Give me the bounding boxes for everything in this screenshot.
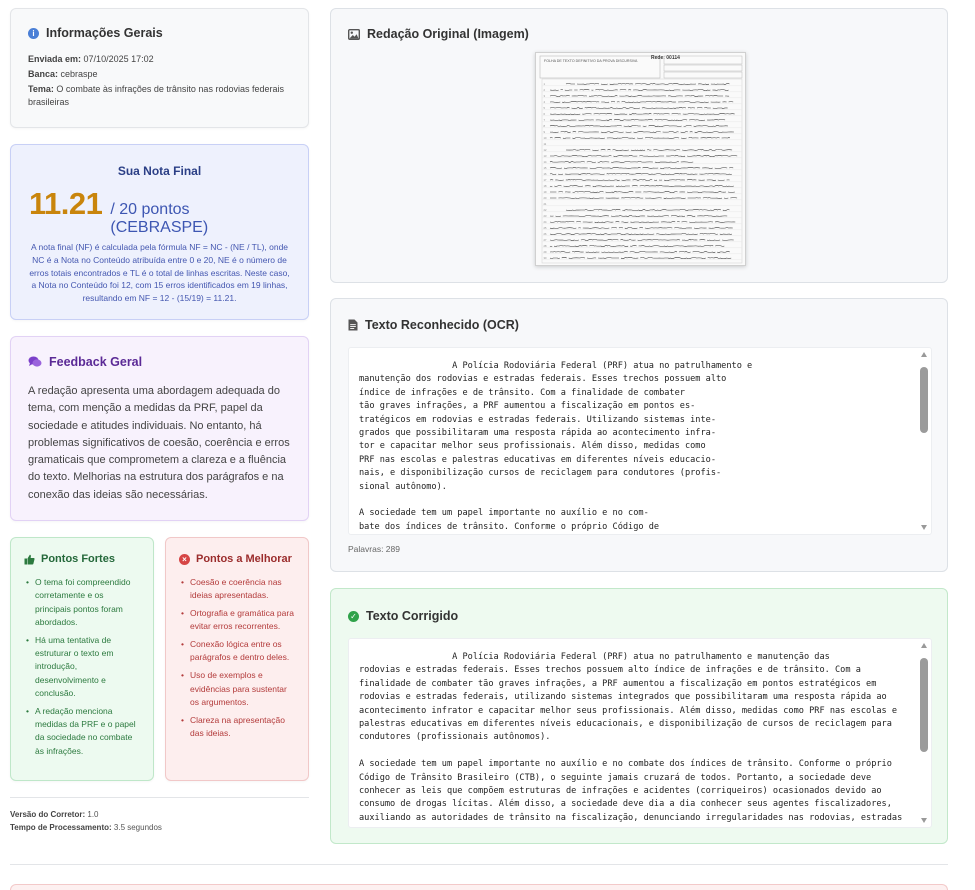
version-line: Versão do Corretor: 1.0 [10, 810, 99, 819]
version-value: 1.0 [87, 810, 99, 819]
strength-item: O tema foi compreendido corretamente e o… [24, 576, 140, 629]
topic-label: Tema: [28, 84, 54, 94]
check-circle-icon: ✓ [348, 610, 359, 622]
ocr-title-row: Texto Reconhecido (OCR) [348, 318, 519, 332]
original-title: Redação Original (Imagem) [367, 27, 529, 41]
ocr-text-area[interactable]: A Polícia Rodoviária Federal (PRF) atua … [348, 347, 932, 535]
thumbs-up-icon [24, 554, 35, 564]
original-image-panel: Redação Original (Imagem) FOLHA DE TEXTO… [330, 8, 948, 283]
strengths-card: Pontos Fortes O tema foi compreendido co… [10, 537, 154, 781]
info-title: Informações Gerais [46, 26, 163, 40]
strengths-title: Pontos Fortes [41, 553, 115, 565]
improvements-title: Pontos a Melhorar [196, 553, 292, 565]
version-label: Versão do Corretor: [10, 810, 86, 819]
improvement-item: Coesão e coerência nas ideias apresentad… [179, 576, 295, 603]
strengths-list: O tema foi compreendido corretamente e o… [24, 576, 140, 758]
corrected-scrollbar[interactable] [919, 643, 929, 823]
time-label: Tempo de Processamento: [10, 823, 112, 832]
scroll-up-arrow-icon[interactable] [921, 352, 927, 357]
left-divider [10, 797, 309, 798]
improvement-item: Conexão lógica entre os parágrafos e den… [179, 638, 295, 665]
essay-scan-drawing: FOLHA DE TEXTO DEFINITIVO DA PROVA DISCU… [536, 53, 745, 265]
topic-value: O combate às infrações de trânsito nas r… [28, 84, 284, 107]
improvements-title-row: × Pontos a Melhorar [179, 553, 295, 565]
grade-suffix: / 20 pontos (CEBRASPE) [110, 201, 209, 236]
corrected-text: A Polícia Rodoviária Federal (PRF) atua … [359, 652, 903, 823]
improvement-item: Clareza na apresentação das ideias. [179, 714, 295, 741]
document-icon [348, 319, 358, 331]
ocr-scrollbar[interactable] [919, 352, 929, 530]
improvement-item: Uso de exemplos e evidências para susten… [179, 669, 295, 709]
sheet-header: FOLHA DE TEXTO DEFINITIVO DA PROVA DISCU… [544, 59, 638, 63]
feedback-title: Feedback Geral [49, 355, 143, 369]
ocr-text: A Polícia Rodoviária Federal (PRF) atua … [359, 361, 753, 532]
topic-line: Tema: O combate às infrações de trânsito… [28, 83, 291, 109]
essay-scan-image[interactable]: FOLHA DE TEXTO DEFINITIVO DA PROVA DISCU… [535, 52, 746, 266]
original-title-row: Redação Original (Imagem) [348, 27, 529, 41]
corrected-title-row: ✓ Texto Corrigido [348, 609, 458, 623]
bottom-divider [10, 864, 948, 865]
corrected-title: Texto Corrigido [366, 609, 459, 623]
feedback-title-row: Feedback Geral [28, 355, 291, 369]
corrected-text-area[interactable]: A Polícia Rodoviária Federal (PRF) atua … [348, 638, 932, 828]
grade-title: Sua Nota Final [117, 164, 202, 178]
grade-value: 11.21 [29, 186, 103, 221]
info-icon: i [28, 27, 39, 39]
next-section-edge [10, 884, 948, 890]
improvements-card: × Pontos a Melhorar Coesão e coerência n… [165, 537, 309, 781]
sent-date-line: Enviada em: 07/10/2025 17:02 [28, 53, 291, 66]
ocr-title: Texto Reconhecido (OCR) [365, 318, 519, 332]
sent-date-value: 07/10/2025 17:02 [83, 54, 154, 64]
time-line: Tempo de Processamento: 3.5 segundos [10, 823, 162, 832]
sent-date-label: Enviada em: [28, 54, 82, 64]
time-value: 3.5 segundos [113, 823, 162, 832]
scroll-down-arrow-icon[interactable] [921, 818, 927, 823]
scroll-up-arrow-icon[interactable] [921, 643, 927, 648]
feedback-card: Feedback Geral A redação apresenta uma a… [10, 336, 309, 521]
ocr-scroll-thumb[interactable] [920, 367, 928, 433]
grade-card: Sua Nota Final 11.21 / 20 pontos (CEBRAS… [10, 144, 309, 320]
feedback-text: A redação apresenta uma abordagem adequa… [28, 385, 290, 501]
chat-icon [28, 356, 42, 367]
board-value: cebraspe [60, 69, 98, 79]
info-title-row: i Informações Gerais [28, 26, 291, 40]
strength-item: Há uma tentativa de estruturar o texto e… [24, 634, 140, 700]
x-circle-icon: × [179, 553, 190, 565]
strength-item: A redação menciona medidas da PRF e o pa… [24, 705, 140, 758]
grade-row: 11.21 / 20 pontos (CEBRASPE) [29, 186, 290, 237]
board-line: Banca: cebraspe [28, 68, 291, 81]
improvements-list: Coesão e coerência nas ideias apresentad… [179, 576, 295, 740]
improvement-item: Ortografia e gramática para evitar erros… [179, 607, 295, 634]
corrected-scroll-thumb[interactable] [920, 658, 928, 752]
word-count: Palavras: 289 [348, 544, 400, 554]
grade-explanation: A nota final (NF) é calculada pela fórmu… [29, 242, 290, 304]
corrected-panel: ✓ Texto Corrigido A Polícia Rodoviária F… [330, 588, 948, 844]
image-icon [348, 28, 360, 40]
board-label: Banca: [28, 69, 59, 79]
ocr-panel: Texto Reconhecido (OCR) A Polícia Rodovi… [330, 298, 948, 572]
info-card: i Informações Gerais Enviada em: 07/10/2… [10, 8, 309, 128]
strengths-title-row: Pontos Fortes [24, 553, 140, 565]
scroll-down-arrow-icon[interactable] [921, 525, 927, 530]
